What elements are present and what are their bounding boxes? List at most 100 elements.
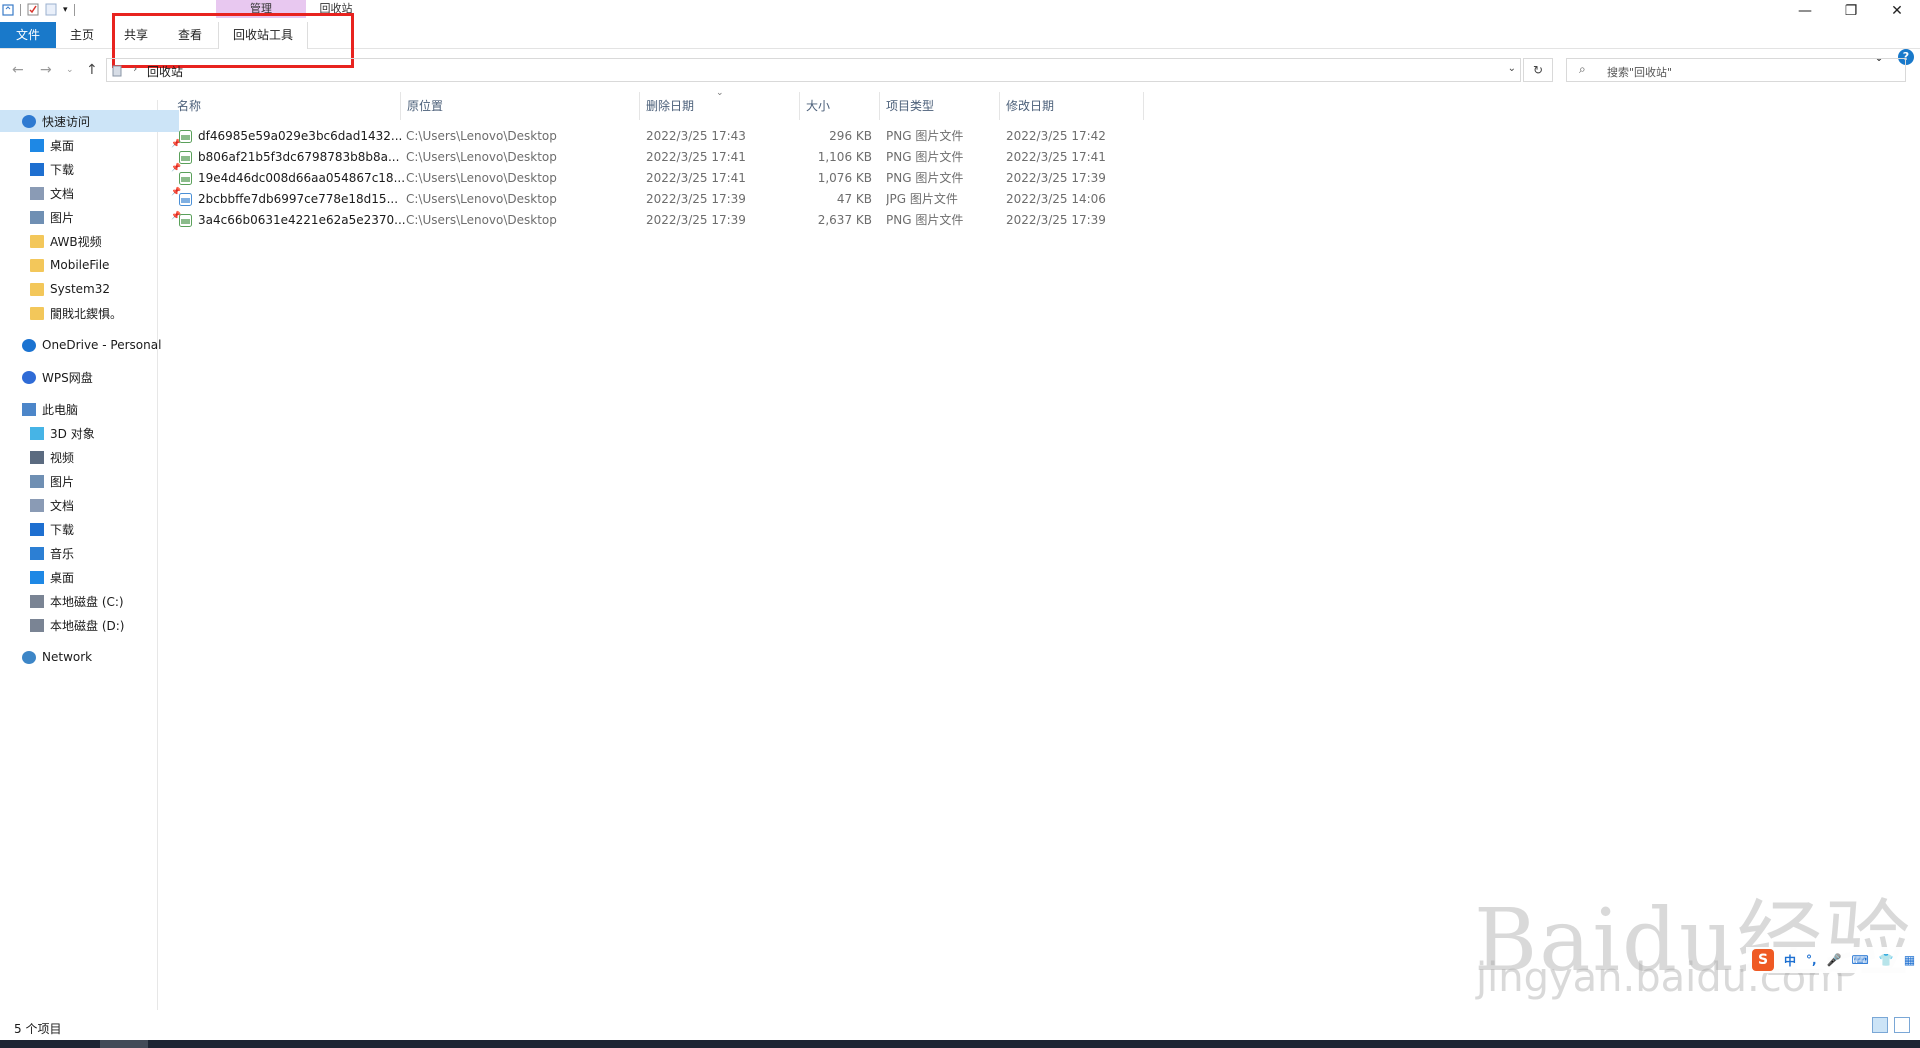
sidebar-item-label: 图片	[50, 474, 75, 489]
sidebar-item[interactable]: 本地磁盘 (D:)	[0, 614, 187, 636]
sidebar-item[interactable]: AWB视频	[0, 230, 187, 252]
file-location: C:\Users\Lenovo\Desktop	[406, 213, 557, 227]
maximize-button[interactable]: ❐	[1828, 0, 1874, 22]
sidebar-item-label: 文档	[50, 186, 75, 201]
file-location: C:\Users\Lenovo\Desktop	[406, 129, 557, 143]
properties-icon[interactable]	[27, 3, 39, 16]
column-header-item-type[interactable]: 项目类型	[880, 92, 1000, 120]
column-header-original-location[interactable]: 原位置	[401, 92, 640, 120]
file-row[interactable]: df46985e59a029e3bc6dad1432... C:\Users\Le…	[176, 126, 1146, 147]
minimize-button[interactable]: —	[1782, 0, 1828, 22]
file-modified: 2022/3/25 17:39	[1006, 213, 1106, 227]
sidebar-item[interactable]: 桌面 📌	[0, 134, 187, 156]
star-icon	[22, 114, 36, 128]
sidebar-item-label: 本地磁盘 (D:)	[50, 618, 125, 633]
details-view-icon[interactable]	[1872, 1017, 1888, 1033]
recycle-bin-app-icon[interactable]	[2, 3, 14, 16]
up-button[interactable]: ↑	[86, 62, 98, 78]
navigation-pane[interactable]: 快速访问 桌面 📌 下载 📌 文档 📌 图片 📌 AWB视频 MobileFile System32 閬…	[0, 100, 181, 1010]
png-file-icon	[178, 129, 193, 144]
sidebar-item[interactable]: WPS网盘	[0, 366, 179, 388]
column-header-name[interactable]: 名称	[171, 92, 401, 120]
skin-icon[interactable]: 👕	[1879, 953, 1894, 967]
sidebar-item[interactable]: 下载 📌	[0, 158, 187, 180]
view-switcher	[1872, 1017, 1910, 1033]
ime-language[interactable]: 中	[1784, 952, 1796, 969]
sidebar-item[interactable]: 本地磁盘 (C:)	[0, 590, 187, 612]
microphone-icon[interactable]: 🎤	[1827, 953, 1842, 967]
sidebar-item-label: 文档	[50, 498, 75, 513]
toolbar-separator	[20, 3, 21, 16]
breadcrumb-separator[interactable]: ›	[133, 62, 137, 75]
sidebar-item[interactable]: 閬戝北鍥惧。	[0, 302, 187, 324]
picture-icon	[30, 474, 44, 488]
file-name: b806af21b5f3dc6798783b8b8a...	[198, 150, 400, 164]
drive-icon	[30, 594, 44, 608]
tab-home[interactable]: 主页	[64, 22, 100, 48]
document-icon	[30, 186, 44, 200]
folder-icon	[30, 282, 44, 296]
sogou-logo-icon[interactable]: S	[1752, 949, 1774, 971]
file-row[interactable]: 19e4d46dc008d66aa054867c18... C:\Users\Le…	[176, 168, 1146, 189]
music-icon	[30, 546, 44, 560]
close-button[interactable]: ✕	[1874, 0, 1920, 22]
customize-toolbar-icon[interactable]: ▾	[63, 5, 68, 15]
toolbar-separator	[73, 3, 75, 16]
back-button[interactable]: ←	[12, 62, 24, 78]
picture-icon	[30, 210, 44, 224]
file-name: df46985e59a029e3bc6dad1432...	[198, 129, 403, 143]
sidebar-item[interactable]: 此电脑	[0, 398, 179, 420]
sidebar-item[interactable]: MobileFile	[0, 254, 187, 276]
sidebar-item[interactable]: 快速访问	[0, 110, 179, 132]
file-deleted: 2022/3/25 17:41	[646, 150, 746, 164]
sidebar-item[interactable]: 桌面	[0, 566, 187, 588]
file-location: C:\Users\Lenovo\Desktop	[406, 171, 557, 185]
sidebar-item[interactable]: System32	[0, 278, 187, 300]
file-type: PNG 图片文件	[886, 150, 964, 164]
sidebar-item-label: AWB视频	[50, 234, 102, 249]
file-deleted: 2022/3/25 17:41	[646, 171, 746, 185]
file-modified: 2022/3/25 17:39	[1006, 171, 1106, 185]
file-row[interactable]: 3a4c66b0631e4221e62a5e2370... C:\Users\Le…	[176, 210, 1146, 231]
sidebar-item[interactable]: 文档 📌	[0, 182, 187, 204]
breadcrumb-recycle-bin[interactable]: 回收站	[147, 63, 183, 80]
toolbox-icon[interactable]: ▦	[1904, 953, 1915, 967]
sidebar-item[interactable]: 图片 📌	[0, 206, 187, 228]
column-header-size[interactable]: 大小	[800, 92, 880, 120]
ime-punctuation[interactable]: °,	[1806, 953, 1817, 967]
folder-icon	[30, 258, 44, 272]
file-row[interactable]: b806af21b5f3dc6798783b8b8a... C:\Users\Le…	[176, 147, 1146, 168]
recent-locations-button[interactable]: ⌄	[66, 65, 74, 75]
sidebar-item[interactable]: OneDrive - Personal	[0, 334, 179, 356]
keyboard-icon[interactable]: ⌨	[1852, 953, 1869, 967]
document-icon	[30, 498, 44, 512]
large-icons-view-icon[interactable]	[1894, 1017, 1910, 1033]
file-location: C:\Users\Lenovo\Desktop	[406, 192, 557, 206]
new-folder-icon[interactable]	[45, 3, 57, 16]
file-size: 2,637 KB	[817, 213, 872, 227]
sidebar-item-label: 快速访问	[42, 114, 91, 129]
address-bar[interactable]: › 回收站 ⌄	[106, 58, 1521, 82]
tab-file[interactable]: 文件	[0, 22, 56, 48]
sidebar-item[interactable]: 图片	[0, 470, 187, 492]
file-row[interactable]: 2bcbbffe7db6997ce778e18d15... C:\Users\Le…	[176, 189, 1146, 210]
sidebar-item[interactable]: 下载	[0, 518, 187, 540]
sidebar-item[interactable]: 音乐	[0, 542, 187, 564]
file-name: 19e4d46dc008d66aa054867c18...	[198, 171, 406, 185]
address-dropdown-icon[interactable]: ⌄	[1508, 63, 1516, 74]
png-file-icon	[178, 213, 193, 228]
sidebar-item[interactable]: Network	[0, 646, 179, 668]
status-item-count: 5 个项目	[14, 1022, 62, 1036]
taskbar-active-app[interactable]	[100, 1040, 148, 1048]
onedrive-icon	[22, 338, 36, 352]
sidebar-item[interactable]: 文档	[0, 494, 187, 516]
forward-button[interactable]: →	[40, 62, 52, 78]
sidebar-item[interactable]: 视频	[0, 446, 187, 468]
download-icon	[30, 522, 44, 536]
column-header-date-modified[interactable]: 修改日期	[1000, 92, 1144, 120]
file-name: 2bcbbffe7db6997ce778e18d15...	[198, 192, 399, 206]
sidebar-item-label: 桌面	[50, 138, 75, 153]
refresh-button[interactable]: ↻	[1523, 58, 1553, 82]
sidebar-item[interactable]: 3D 对象	[0, 422, 187, 444]
search-box[interactable]: ⌕ 搜索"回收站"	[1566, 58, 1906, 82]
